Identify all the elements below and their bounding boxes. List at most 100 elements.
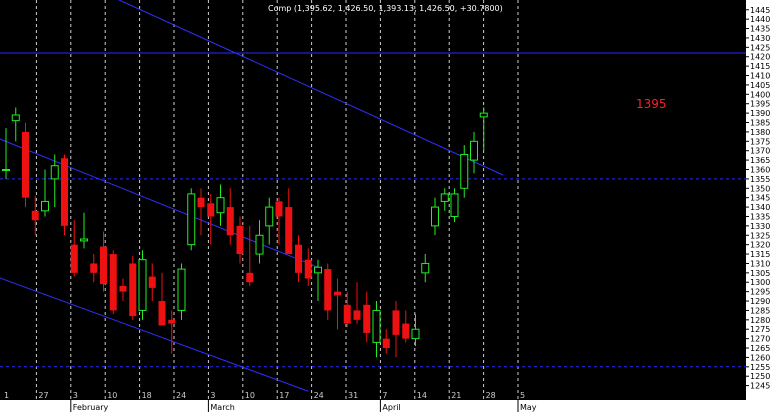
month-label: February [73,403,109,412]
candle-body [148,276,156,288]
y-tick-label: 1435 [750,25,770,34]
candle-body [22,131,29,198]
candle-body [11,114,20,122]
y-tick-label: 1410 [750,72,770,81]
y-tick-label: 1355 [750,175,770,184]
x-tick-label: 31 [348,391,358,400]
y-tick-label: 1425 [750,43,770,52]
x-tick-label: 3 [210,391,215,400]
candle-body [324,269,332,311]
x-tick-label: 10 [107,391,117,400]
candle-body [50,165,59,180]
x-axis-panel [0,400,746,412]
candle-body [334,291,341,296]
x-tick-label: 5 [520,391,525,400]
y-tick-label: 1315 [750,250,770,259]
candle-body [129,263,137,317]
candle-body [479,112,488,118]
candle-body [197,197,205,208]
y-tick-label: 1380 [750,128,770,137]
candle-body [207,203,215,217]
x-tick-label: 24 [314,391,324,400]
candle-body [119,286,127,292]
y-tick-label: 1330 [750,222,770,231]
candle-body [431,206,439,227]
y-tick-label: 1285 [750,306,770,315]
month-label: May [520,403,537,412]
candle-body [392,310,400,335]
candle-body [187,193,196,246]
y-tick-label: 1280 [750,316,770,325]
candle-body [440,193,449,202]
y-tick-label: 1360 [750,165,770,174]
candle-body [168,319,176,324]
y-tick-label: 1325 [750,231,770,240]
candle-body [109,254,117,311]
y-tick-label: 1275 [750,325,770,334]
y-tick-label: 1370 [750,147,770,156]
y-tick-label: 1395 [750,100,770,109]
x-tick-label: 21 [451,391,461,400]
x-tick-label: 17 [279,391,289,400]
candle-body [138,259,147,311]
candle-body [285,207,293,255]
y-axis-ticks: 1245125012551260126512701275128012851290… [746,6,770,391]
y-tick-label: 1365 [750,156,770,165]
candle-body [177,268,186,311]
candle-body [80,238,88,242]
candle-body [246,272,254,283]
chart-title: Comp (1,395.62, 1,426.50, 1,393.13, 1,42… [268,4,503,13]
y-tick-label: 1385 [750,119,770,128]
y-tick-label: 1260 [750,353,770,362]
candle-body [411,328,420,340]
candle-body [226,207,234,236]
candle-body [265,206,274,227]
y-tick-label: 1320 [750,241,770,250]
y-tick-label: 1400 [750,90,770,99]
y-tick-label: 1310 [750,259,770,268]
candle-body [61,158,68,226]
candle-body [470,140,478,161]
y-tick-label: 1270 [750,335,770,344]
y-tick-label: 1440 [750,15,770,24]
x-tick-label: 24 [176,391,186,400]
y-tick-label: 1300 [750,278,770,287]
y-tick-label: 1375 [750,137,770,146]
candle-body [158,301,166,326]
candle-body [275,201,283,217]
candle-body [372,309,381,343]
candle-body [314,266,322,274]
x-tick-label: 7 [382,391,387,400]
candle-body [304,259,312,279]
x-tick-label: 18 [142,391,152,400]
y-tick-label: 1245 [750,382,770,391]
y-tick-label: 1420 [750,53,770,62]
candle-body [41,200,49,212]
candle-body [2,168,10,171]
x-tick-label: 1 [4,391,9,400]
candle-body [100,246,107,285]
y-tick-label: 1445 [750,6,770,15]
y-tick-label: 1350 [750,184,770,193]
candle-body [343,304,351,324]
y-tick-label: 1305 [750,269,770,278]
y-tick-label: 1415 [750,62,770,71]
x-tick-label: 27 [38,391,48,400]
y-tick-label: 1405 [750,81,770,90]
candle-body [402,323,410,339]
candle-body [460,153,469,189]
x-tick-label: 14 [417,391,427,400]
y-tick-label: 1390 [750,109,770,118]
candle-body [70,244,78,273]
candle-body [450,193,459,217]
x-tick-label: 10 [245,391,255,400]
candle-body [382,338,390,349]
y-tick-label: 1250 [750,372,770,381]
candle-body [295,244,302,273]
candle-body [31,210,39,221]
candle-body [255,234,264,255]
candle-body [421,262,430,274]
x-tick-label: 28 [486,391,496,400]
y-tick-label: 1290 [750,297,770,306]
candle-body [236,225,244,255]
